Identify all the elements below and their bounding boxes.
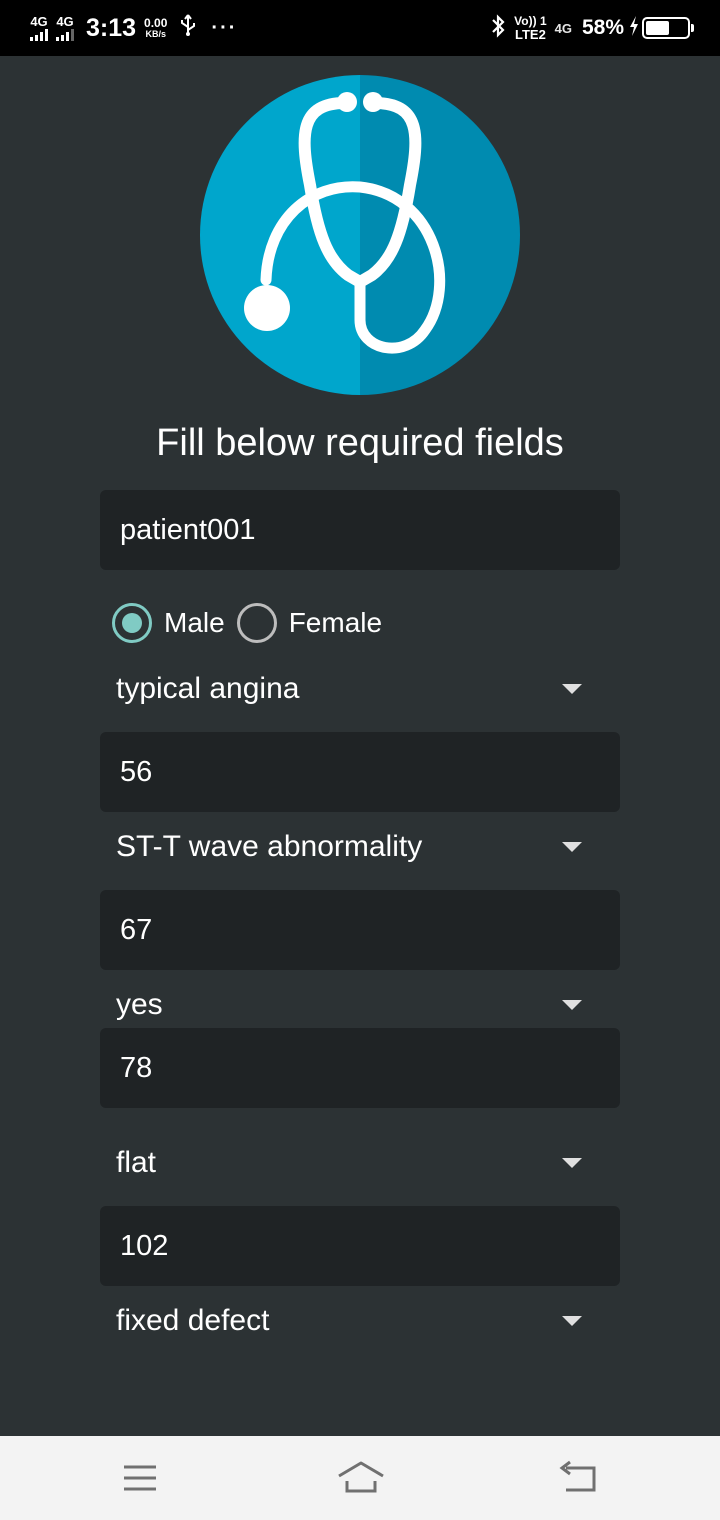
chevron-down-icon (562, 1000, 582, 1010)
chevron-down-icon (562, 1316, 582, 1326)
chest-pain-type-dropdown[interactable]: typical angina (116, 664, 596, 714)
exercise-angina-value: yes (116, 988, 163, 1021)
input-field-5[interactable]: 102 (100, 1206, 620, 1286)
stethoscope-icon (200, 75, 520, 395)
home-icon[interactable] (336, 1458, 386, 1498)
sex-radio-group: Male Female (112, 602, 394, 644)
rest-ecg-value: ST-T wave abnormality (116, 830, 423, 863)
sim2-data-indicator: 4G (554, 20, 572, 36)
patient-id-field[interactable]: patient001 (100, 490, 620, 570)
male-radio-label[interactable]: Male (164, 607, 225, 639)
sim1-signal-icon: 4G (30, 15, 48, 41)
female-radio-label[interactable]: Female (289, 607, 382, 639)
battery-percent: 58% (581, 16, 624, 39)
charging-icon (628, 15, 640, 42)
input-field-4[interactable]: 78 (100, 1028, 620, 1108)
lte-label: LTE2 (514, 27, 546, 42)
status-time: 3:13 (86, 13, 137, 42)
form-heading: Fill below required fields (156, 422, 564, 464)
chest-pain-type-value: typical angina (116, 672, 300, 705)
thal-value: fixed defect (116, 1304, 270, 1337)
male-radio[interactable] (112, 603, 152, 643)
network-speed-value: 0.00 (144, 16, 168, 30)
network-speed-unit: KB/s (145, 29, 166, 39)
chevron-down-icon (562, 842, 582, 852)
chevron-down-icon (562, 1158, 582, 1168)
slope-dropdown[interactable]: flat (116, 1138, 596, 1188)
navigation-bar (0, 1436, 720, 1520)
sim2-signal-icon: 4G (56, 15, 74, 41)
bluetooth-icon (490, 13, 506, 44)
rest-ecg-dropdown[interactable]: ST-T wave abnormality (116, 822, 596, 872)
input-field-3[interactable]: 67 (100, 890, 620, 970)
exercise-angina-dropdown[interactable]: yes (116, 980, 596, 1030)
status-bar: 4G 4G 3:13 0.00 KB/s ··· Vo)) 1 LTE2 4G … (0, 0, 720, 56)
more-notifications-icon: ··· (211, 16, 238, 39)
usb-icon (179, 13, 197, 43)
female-radio[interactable] (236, 603, 277, 643)
chevron-down-icon (562, 684, 582, 694)
thal-dropdown[interactable]: fixed defect (116, 1296, 596, 1346)
battery-fill (646, 21, 670, 35)
battery-icon (642, 17, 694, 39)
network-speed: 0.00 KB/s (144, 17, 167, 39)
input-field-2[interactable]: 56 (100, 732, 620, 812)
back-icon[interactable] (558, 1458, 598, 1498)
sim2-network-label: 4G (56, 14, 74, 29)
volte-lte-indicator: Vo)) 1 LTE2 (514, 15, 546, 42)
menu-icon[interactable] (120, 1458, 160, 1498)
sim1-network-label: 4G (30, 14, 48, 29)
slope-value: flat (116, 1146, 157, 1179)
